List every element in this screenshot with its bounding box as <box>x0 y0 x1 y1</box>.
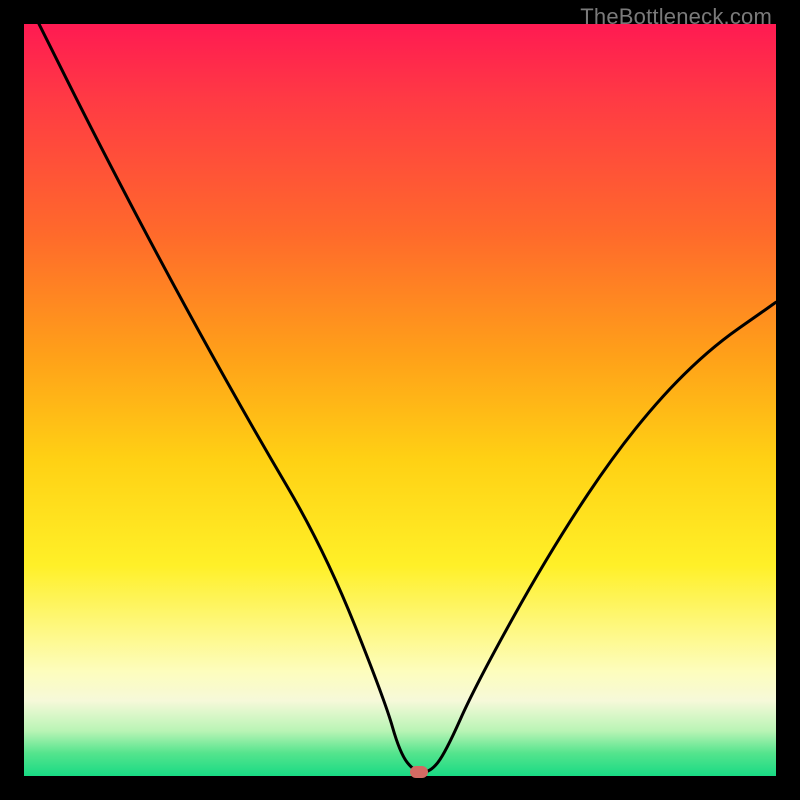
bottleneck-curve <box>24 24 776 776</box>
plot-area <box>24 24 776 776</box>
optimal-point-marker <box>410 766 428 778</box>
chart-frame: TheBottleneck.com <box>0 0 800 800</box>
